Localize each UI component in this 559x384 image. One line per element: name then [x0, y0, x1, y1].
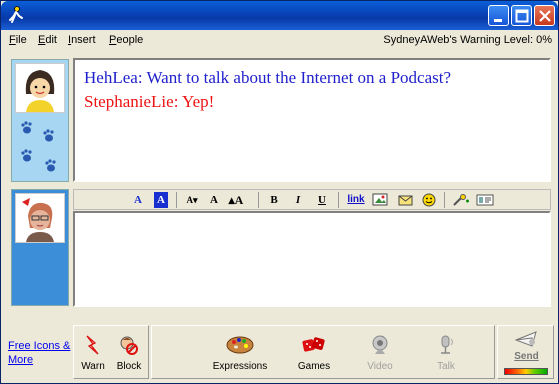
- bold-button[interactable]: B: [268, 192, 280, 208]
- warn-block-group: Warn Block: [73, 325, 149, 379]
- video-label: Video: [367, 361, 393, 372]
- conversation-line: HehLea: Want to talk about the Internet …: [84, 68, 451, 88]
- menu-edit[interactable]: Edit: [38, 34, 57, 46]
- my-icon-panel: [11, 189, 69, 306]
- send-label: Send: [514, 351, 539, 362]
- block-label: Block: [116, 361, 142, 372]
- decrease-font-button[interactable]: A▾: [184, 192, 200, 208]
- italic-button[interactable]: I: [292, 192, 304, 208]
- toolbar-separator: [258, 192, 259, 208]
- girl-avatar-icon: [16, 64, 64, 112]
- insert-smiley-icon[interactable]: [422, 193, 436, 207]
- send-meter: [504, 368, 548, 375]
- block-icon: [120, 336, 138, 355]
- menu-file[interactable]: File: [9, 34, 27, 46]
- palette-icon: [226, 336, 254, 354]
- conversation-message: Yep!: [182, 92, 215, 111]
- conversation-speaker: StephanieLie: [84, 92, 174, 111]
- insert-email-icon[interactable]: [398, 193, 414, 207]
- conversation-speaker: HehLea: [84, 68, 138, 87]
- dice-icon: [302, 337, 325, 352]
- toolbar-separator: [338, 192, 339, 208]
- close-button[interactable]: [534, 5, 555, 26]
- block-button[interactable]: Block: [114, 334, 144, 372]
- menu-bar: File Edit Insert People SydneyAWeb's War…: [1, 30, 558, 52]
- title-bar[interactable]: [1, 1, 558, 30]
- warn-icon: [86, 335, 99, 355]
- normal-font-button[interactable]: A: [208, 192, 220, 208]
- free-icons-link[interactable]: Free Icons & More: [8, 339, 74, 367]
- maximize-button[interactable]: [511, 5, 532, 26]
- format-toolbar: A A A▾ A ▴A B I U link: [73, 189, 551, 210]
- menu-file-rest: ile: [15, 34, 27, 46]
- menu-insert-rest: nsert: [71, 34, 96, 46]
- increase-font-button[interactable]: ▴A: [228, 192, 244, 208]
- conversation-line: StephanieLie: Yep!: [84, 92, 214, 112]
- menu-people-rest: eople: [116, 34, 144, 46]
- toolbar-separator: [444, 192, 445, 208]
- insert-link-button[interactable]: link: [346, 192, 366, 208]
- buddy-icon-panel: [11, 59, 69, 182]
- expressions-button[interactable]: Expressions: [212, 334, 268, 372]
- message-input[interactable]: [73, 211, 551, 307]
- send-button[interactable]: Send: [497, 325, 554, 379]
- expressions-label: Expressions: [212, 361, 268, 372]
- minimize-button[interactable]: [488, 5, 509, 26]
- redhead-avatar-icon: [16, 194, 64, 242]
- conversation-message: Want to talk about the Internet on a Pod…: [146, 68, 452, 87]
- menu-insert[interactable]: Insert: [68, 34, 96, 46]
- warn-label: Warn: [81, 361, 105, 372]
- im-window: File Edit Insert People SydneyAWeb's War…: [0, 0, 559, 384]
- background-color-button[interactable]: A: [154, 192, 168, 208]
- menu-edit-rest: dit: [45, 34, 57, 46]
- speaker-separator: :: [173, 92, 183, 111]
- toolbar-separator: [176, 192, 177, 208]
- add-buddy-icon[interactable]: [452, 193, 470, 207]
- microphone-icon: [441, 335, 453, 354]
- menu-people[interactable]: People: [109, 34, 143, 46]
- conversation-pane[interactable]: HehLea: Want to talk about the Internet …: [73, 58, 551, 182]
- text-color-button[interactable]: A: [132, 192, 144, 208]
- webcam-icon: [372, 335, 388, 354]
- video-button[interactable]: Video: [362, 334, 398, 372]
- send-icon: [514, 331, 537, 347]
- talk-label: Talk: [437, 361, 455, 372]
- features-group: Expressions Games Video Talk: [151, 325, 495, 379]
- aim-running-man-icon: [9, 6, 23, 23]
- underline-button[interactable]: U: [316, 192, 328, 208]
- games-button[interactable]: Games: [296, 334, 332, 372]
- insert-image-icon[interactable]: [372, 193, 388, 207]
- buddy-info-icon[interactable]: [476, 193, 494, 207]
- games-label: Games: [297, 361, 331, 372]
- warning-level: SydneyAWeb's Warning Level: 0%: [383, 34, 552, 46]
- my-avatar[interactable]: [15, 193, 65, 243]
- warn-button[interactable]: Warn: [80, 334, 106, 372]
- talk-button[interactable]: Talk: [428, 334, 464, 372]
- buddy-avatar[interactable]: [15, 63, 65, 113]
